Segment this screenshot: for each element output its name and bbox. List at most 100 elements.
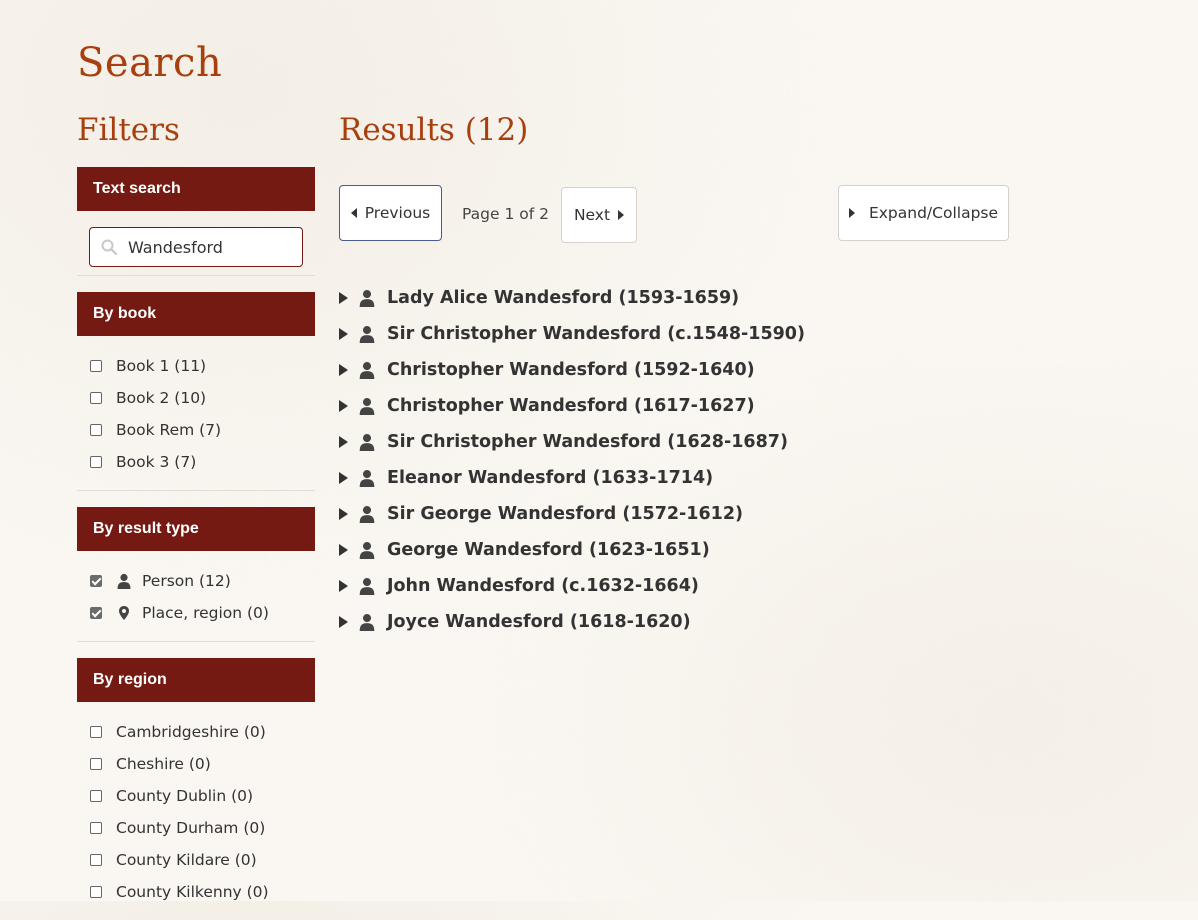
- result-item[interactable]: Sir Christopher Wandesford (c.1548-1590): [339, 316, 805, 352]
- region-option[interactable]: County Kilkenny (0): [89, 876, 315, 908]
- page-indicator: Page 1 of 2: [462, 205, 549, 223]
- checkbox[interactable]: [90, 392, 102, 404]
- person-icon: [358, 505, 376, 523]
- result-item[interactable]: Sir George Wandesford (1572-1612): [339, 496, 805, 532]
- book-option[interactable]: Book 1 (11): [89, 350, 315, 382]
- person-icon: [358, 433, 376, 451]
- search-input[interactable]: [128, 228, 293, 266]
- book-option[interactable]: Book Rem (7): [89, 414, 315, 446]
- disclosure-triangle-icon[interactable]: [339, 328, 348, 340]
- result-item[interactable]: George Wandesford (1623-1651): [339, 532, 805, 568]
- option-label: Cheshire (0): [116, 755, 211, 773]
- disclosure-triangle-icon[interactable]: [339, 580, 348, 592]
- expand-collapse-label: Expand/Collapse: [868, 204, 999, 222]
- disclosure-triangle-icon[interactable]: [339, 436, 348, 448]
- next-button[interactable]: Next: [561, 187, 637, 243]
- caret-left-icon: [350, 208, 357, 218]
- person-icon: [116, 573, 132, 589]
- option-label: County Dublin (0): [116, 787, 254, 805]
- result-title[interactable]: Lady Alice Wandesford (1593-1659): [387, 288, 739, 308]
- checkbox[interactable]: [90, 575, 102, 587]
- result-title[interactable]: Christopher Wandesford (1592-1640): [387, 360, 755, 380]
- map-marker-icon: [116, 605, 132, 621]
- disclosure-triangle-icon[interactable]: [339, 472, 348, 484]
- filters-sidebar: Text search By book Book 1 (11) Book 2 (1…: [77, 167, 315, 920]
- region-option[interactable]: County Dublin (0): [89, 780, 315, 812]
- result-item[interactable]: Lady Alice Wandesford (1593-1659): [339, 280, 805, 316]
- result-title[interactable]: Sir George Wandesford (1572-1612): [387, 504, 743, 524]
- result-title[interactable]: Christopher Wandesford (1617-1627): [387, 396, 755, 416]
- option-label: Book 2 (10): [116, 389, 207, 407]
- result-item[interactable]: Eleanor Wandesford (1633-1714): [339, 460, 805, 496]
- checkbox[interactable]: [90, 822, 102, 834]
- results-list: Lady Alice Wandesford (1593-1659) Sir Chr…: [339, 280, 805, 640]
- disclosure-triangle-icon[interactable]: [339, 400, 348, 412]
- checkbox[interactable]: [90, 456, 102, 468]
- option-label: Cambridgeshire (0): [116, 723, 266, 741]
- result-type-option[interactable]: Place, region (0): [89, 597, 315, 629]
- disclosure-triangle-icon[interactable]: [339, 292, 348, 304]
- by-book-header: By book: [77, 292, 315, 336]
- region-option[interactable]: County Kildare (0): [89, 844, 315, 876]
- option-label: Book Rem (7): [116, 421, 222, 439]
- previous-button[interactable]: Previous: [339, 185, 442, 241]
- checkbox[interactable]: [90, 360, 102, 372]
- result-item[interactable]: Sir Christopher Wandesford (1628-1687): [339, 424, 805, 460]
- filters-heading: Filters: [77, 112, 180, 148]
- region-option[interactable]: Cambridgeshire (0): [89, 716, 315, 748]
- book-option[interactable]: Book 2 (10): [89, 382, 315, 414]
- result-item[interactable]: John Wandesford (c.1632-1664): [339, 568, 805, 604]
- person-icon: [358, 541, 376, 559]
- person-icon: [358, 397, 376, 415]
- person-icon: [358, 577, 376, 595]
- results-heading: Results (12): [339, 112, 529, 148]
- by-result-type-facet: Person (12) Place, region (0): [77, 551, 315, 642]
- person-icon: [358, 325, 376, 343]
- result-title[interactable]: Eleanor Wandesford (1633-1714): [387, 468, 713, 488]
- by-region-header: By region: [77, 658, 315, 702]
- expand-collapse-button[interactable]: Expand/Collapse: [838, 185, 1009, 241]
- region-option[interactable]: County Durham (0): [89, 812, 315, 844]
- caret-right-icon: [848, 208, 855, 218]
- search-box[interactable]: [89, 227, 303, 267]
- result-title[interactable]: Sir Christopher Wandesford (c.1548-1590): [387, 324, 805, 344]
- previous-label: Previous: [364, 204, 431, 222]
- option-label: Book 3 (7): [116, 453, 197, 471]
- text-search-header: Text search: [77, 167, 315, 211]
- result-title[interactable]: Joyce Wandesford (1618-1620): [387, 612, 691, 632]
- disclosure-triangle-icon[interactable]: [339, 616, 348, 628]
- checkbox[interactable]: [90, 607, 102, 619]
- person-icon: [358, 469, 376, 487]
- page-title: Search: [77, 40, 223, 86]
- option-label: Person (12): [142, 572, 231, 590]
- result-title[interactable]: George Wandesford (1623-1651): [387, 540, 710, 560]
- option-label: Place, region (0): [142, 604, 269, 622]
- result-item[interactable]: Christopher Wandesford (1617-1627): [339, 388, 805, 424]
- by-book-facet: Book 1 (11) Book 2 (10) Book Rem (7) Book 3…: [77, 336, 315, 491]
- checkbox[interactable]: [90, 758, 102, 770]
- checkbox[interactable]: [90, 726, 102, 738]
- option-label: County Kilkenny (0): [116, 883, 269, 901]
- person-icon: [358, 613, 376, 631]
- result-item[interactable]: Joyce Wandesford (1618-1620): [339, 604, 805, 640]
- result-title[interactable]: John Wandesford (c.1632-1664): [387, 576, 699, 596]
- search-icon: [101, 239, 118, 256]
- checkbox[interactable]: [90, 886, 102, 898]
- caret-right-icon: [618, 210, 625, 220]
- disclosure-triangle-icon[interactable]: [339, 364, 348, 376]
- option-label: County Durham (0): [116, 819, 266, 837]
- checkbox[interactable]: [90, 790, 102, 802]
- text-search-facet: [77, 227, 315, 276]
- result-item[interactable]: Christopher Wandesford (1592-1640): [339, 352, 805, 388]
- region-option[interactable]: Cheshire (0): [89, 748, 315, 780]
- disclosure-triangle-icon[interactable]: [339, 508, 348, 520]
- by-region-facet: Cambridgeshire (0) Cheshire (0) County Dub…: [77, 702, 315, 920]
- book-option[interactable]: Book 3 (7): [89, 446, 315, 478]
- result-title[interactable]: Sir Christopher Wandesford (1628-1687): [387, 432, 788, 452]
- person-icon: [358, 361, 376, 379]
- checkbox[interactable]: [90, 424, 102, 436]
- disclosure-triangle-icon[interactable]: [339, 544, 348, 556]
- person-icon: [358, 289, 376, 307]
- checkbox[interactable]: [90, 854, 102, 866]
- result-type-option[interactable]: Person (12): [89, 565, 315, 597]
